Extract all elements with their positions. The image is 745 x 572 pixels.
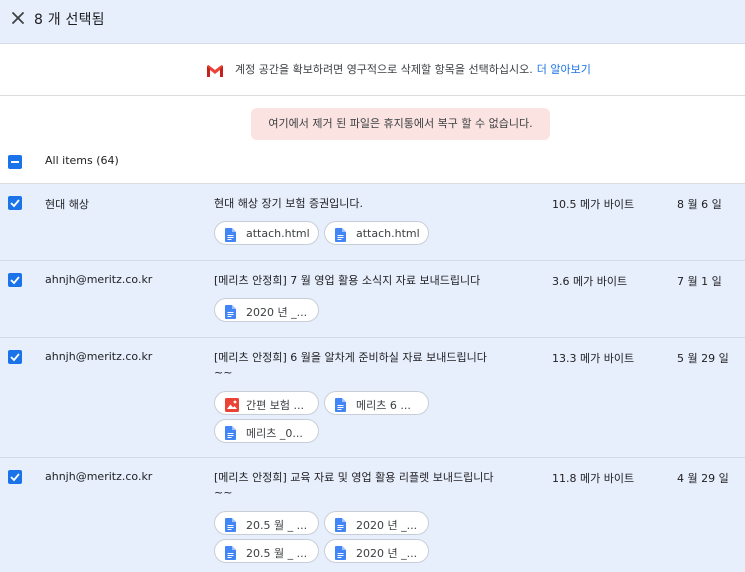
permanent-delete-warning: 여기에서 제거 된 파일은 휴지통에서 복구 할 수 없습니다. bbox=[251, 108, 550, 140]
sender: ahnjh@meritz.co.kr bbox=[45, 470, 153, 483]
storage-notice: 계정 공간을 확보하려면 영구적으로 삭제할 항목을 선택하십시오. 더 알아보기 bbox=[0, 44, 745, 96]
attachment-name: 20.5 월 _ ... bbox=[246, 519, 308, 532]
message-size: 11.8 메가 바이트 bbox=[552, 472, 635, 485]
row-checkbox[interactable] bbox=[8, 470, 22, 484]
attachment-name: attach.html bbox=[356, 227, 420, 240]
all-items-label: All items (64) bbox=[45, 154, 119, 167]
doc-icon bbox=[335, 227, 346, 246]
subject: [메리츠 안정희] 6 월을 알차게 준비하실 자료 보내드립니다 ~~ bbox=[214, 351, 487, 379]
doc-icon bbox=[225, 304, 236, 323]
close-icon[interactable] bbox=[10, 10, 26, 26]
attachment-name: 20.5 월 _ ... bbox=[246, 547, 308, 560]
notice-message: 계정 공간을 확보하려면 영구적으로 삭제할 항목을 선택하십시오. bbox=[235, 63, 533, 76]
message-date: 5 월 29 일 bbox=[677, 352, 729, 365]
message-date: 4 월 29 일 bbox=[677, 472, 729, 485]
email-row[interactable]: 현대 해상 현대 해상 장기 보험 증권입니다. 10.5 메가 바이트 8 월… bbox=[0, 184, 745, 261]
selection-header: 8 개 선택됨 bbox=[0, 0, 745, 44]
row-checkbox[interactable] bbox=[8, 273, 22, 287]
attachment-chip[interactable]: 20.5 월 _ ... bbox=[214, 539, 319, 563]
doc-icon bbox=[225, 517, 236, 536]
message-size: 10.5 메가 바이트 bbox=[552, 198, 635, 211]
sender: ahnjh@meritz.co.kr bbox=[45, 350, 153, 363]
attachment-name: 2020 년 _... bbox=[356, 519, 418, 532]
attachment-chip[interactable]: 2020 년 _... bbox=[324, 511, 429, 535]
attachment-name: 간편 보험 ... bbox=[246, 399, 304, 412]
message-size: 3.6 메가 바이트 bbox=[552, 275, 628, 288]
row-checkbox[interactable] bbox=[8, 350, 22, 364]
attachment-chip[interactable]: attach.html bbox=[324, 221, 429, 245]
subject: [메리츠 안정희] 교육 자료 및 영업 활용 리플렛 보내드립니다 ~~ bbox=[214, 471, 494, 499]
doc-icon bbox=[335, 545, 346, 564]
selected-count-title: 8 개 선택됨 bbox=[34, 12, 105, 28]
attachment-chip[interactable]: attach.html bbox=[214, 221, 319, 245]
subject: 현대 해상 장기 보험 증권입니다. bbox=[214, 197, 364, 210]
select-all-checkbox[interactable] bbox=[8, 155, 22, 169]
attachment-chip[interactable]: 2020 년 _... bbox=[324, 539, 429, 563]
email-row[interactable]: ahnjh@meritz.co.kr [메리츠 안정희] 교육 자료 및 영업 … bbox=[0, 458, 745, 572]
attachment-name: 메리츠 6 ... bbox=[356, 399, 411, 412]
row-checkbox[interactable] bbox=[8, 196, 22, 210]
attachment-chip[interactable]: 간편 보험 ... bbox=[214, 391, 319, 415]
sender: 현대 해상 bbox=[45, 198, 89, 211]
image-icon bbox=[225, 397, 239, 416]
doc-icon bbox=[335, 517, 346, 536]
email-row[interactable]: ahnjh@meritz.co.kr [메리츠 안정희] 6 월을 알차게 준비… bbox=[0, 338, 745, 458]
email-row[interactable]: ahnjh@meritz.co.kr [메리츠 안정희] 7 월 영업 활용 소… bbox=[0, 261, 745, 338]
doc-icon bbox=[225, 227, 236, 246]
doc-icon bbox=[335, 397, 346, 416]
attachment-chip[interactable]: 메리츠 6 ... bbox=[324, 391, 429, 415]
sender: ahnjh@meritz.co.kr bbox=[45, 273, 153, 286]
learn-more-link[interactable]: 더 알아보기 bbox=[537, 63, 591, 76]
message-size: 13.3 메가 바이트 bbox=[552, 352, 635, 365]
doc-icon bbox=[225, 545, 236, 564]
doc-icon bbox=[225, 425, 236, 444]
attachment-name: attach.html bbox=[246, 227, 310, 240]
notice-text: 계정 공간을 확보하려면 영구적으로 삭제할 항목을 선택하십시오. 더 알아보기 bbox=[235, 61, 591, 77]
attachment-chip[interactable]: 2020 년 _... bbox=[214, 298, 319, 322]
attachment-name: 메리츠 _0... bbox=[246, 427, 303, 440]
message-date: 7 월 1 일 bbox=[677, 275, 722, 288]
attachment-chip[interactable]: 메리츠 _0... bbox=[214, 419, 319, 443]
gmail-logo-icon bbox=[206, 63, 224, 82]
subject: [메리츠 안정희] 7 월 영업 활용 소식지 자료 보내드립니다 bbox=[214, 274, 481, 287]
attachment-name: 2020 년 _... bbox=[246, 306, 308, 319]
attachment-name: 2020 년 _... bbox=[356, 547, 418, 560]
message-date: 8 월 6 일 bbox=[677, 198, 722, 211]
attachment-chip[interactable]: 20.5 월 _ ... bbox=[214, 511, 319, 535]
all-items-row: All items (64) bbox=[0, 142, 745, 184]
